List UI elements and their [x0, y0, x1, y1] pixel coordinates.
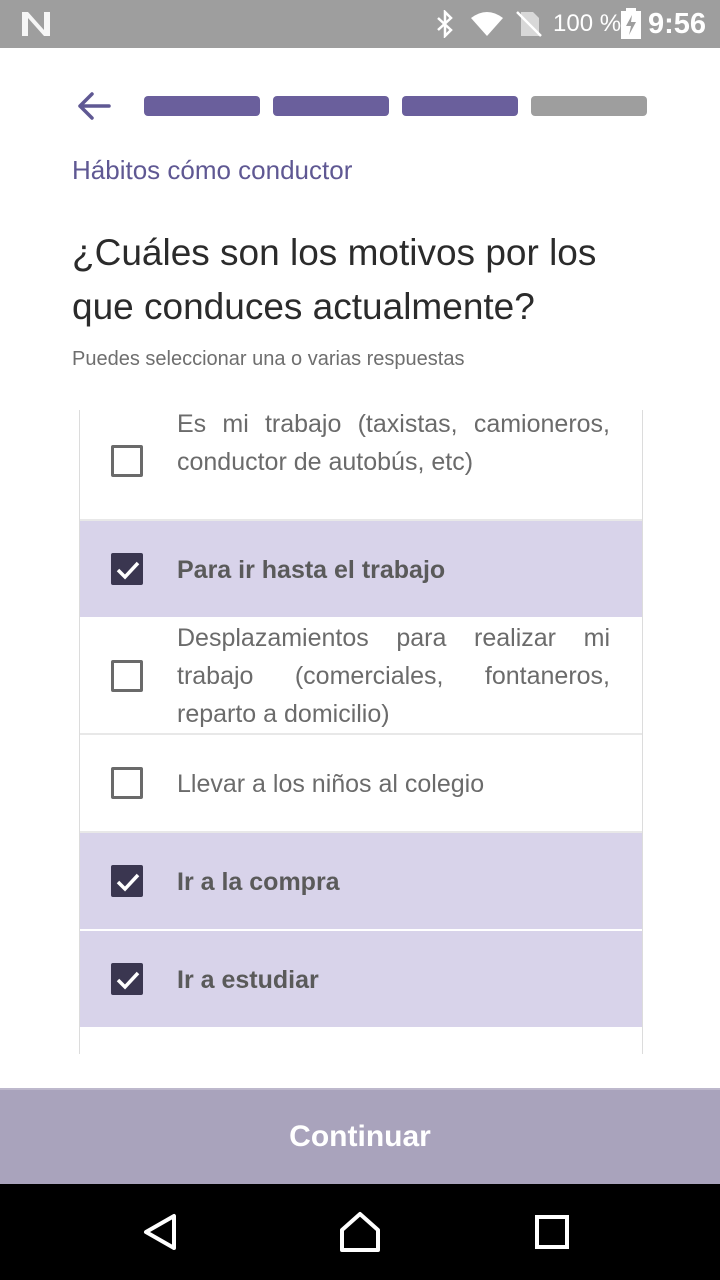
option-label: Es mi trabajo (taxistas, camioneros, con… [177, 410, 610, 476]
no-sim-icon [516, 11, 542, 37]
progress-segment [402, 96, 518, 116]
checkbox[interactable] [111, 963, 143, 995]
navigation-bar [0, 1184, 720, 1280]
option-item[interactable]: Desplazamientos para realizar mi trabajo… [80, 619, 642, 735]
checkmark-icon [116, 561, 140, 580]
checkmark-icon [116, 873, 140, 892]
battery-icon [621, 8, 641, 39]
question-title: ¿Cuáles son los motivos por los que cond… [72, 232, 597, 327]
checkbox[interactable] [111, 445, 143, 477]
bluetooth-icon [437, 10, 453, 38]
option-item[interactable]: Llevar a los niños al colegio [80, 735, 642, 833]
clock: 9:56 [648, 8, 707, 40]
continue-label: Continuar [289, 1120, 431, 1153]
option-label: Para ir hasta el trabajo [177, 556, 446, 584]
section-label: Hábitos cómo conductor [72, 155, 353, 185]
wifi-icon [471, 12, 503, 36]
progress-segment [144, 96, 260, 116]
back-button[interactable] [72, 82, 116, 130]
arrow-left-icon [78, 92, 111, 120]
option-label: Ir a la compra [177, 868, 340, 896]
option-item[interactable]: Para ir hasta el trabajo [80, 521, 642, 619]
nav-back-button[interactable] [132, 1204, 188, 1260]
option-item[interactable]: Ir a la compra [80, 833, 642, 931]
checkbox[interactable] [111, 660, 143, 692]
n-logo-icon [22, 12, 50, 36]
checkmark-icon [116, 971, 140, 990]
checkbox[interactable] [111, 865, 143, 897]
hint-text: Puedes seleccionar una o varias respuest… [72, 348, 465, 370]
nav-home-button[interactable] [332, 1204, 388, 1260]
checkbox[interactable] [111, 767, 143, 799]
square-recents-icon [535, 1215, 569, 1249]
option-label: Llevar a los niños al colegio [177, 770, 485, 798]
option-item[interactable]: Ir a estudiar [80, 931, 642, 1029]
progress-segment [531, 96, 647, 116]
battery-percentage: 100 % [553, 10, 622, 37]
option-item[interactable]: Es mi trabajo (taxistas, camioneros, con… [80, 410, 642, 521]
home-icon [340, 1212, 380, 1252]
nav-recents-button[interactable] [524, 1204, 580, 1260]
status-bar: 100 % 9:56 [0, 0, 720, 48]
options-list[interactable]: Es mi trabajo (taxistas, camioneros, con… [79, 410, 643, 1054]
checkbox[interactable] [111, 553, 143, 585]
triangle-back-icon [144, 1214, 176, 1250]
option-label: Desplazamientos para realizar mi trabajo… [177, 624, 610, 728]
progress-segment [273, 96, 389, 116]
option-label: Ir a estudiar [177, 966, 319, 994]
continue-button[interactable]: Continuar [0, 1088, 720, 1184]
